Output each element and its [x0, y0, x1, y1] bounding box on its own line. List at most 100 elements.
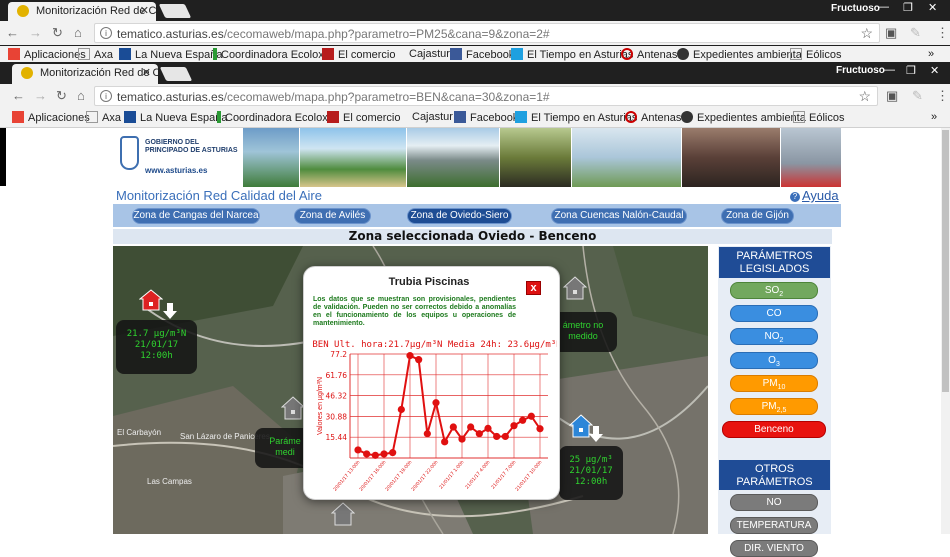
profile-name[interactable]: Fructuoso: [831, 3, 880, 14]
param-benceno-button[interactable]: Benceno: [722, 421, 826, 438]
bookmark-apps[interactable]: Aplicaciones: [12, 111, 90, 124]
param-pm10-button[interactable]: PM10: [730, 375, 818, 392]
pen-icon[interactable]: ✎: [912, 88, 923, 104]
param-no-button[interactable]: NO: [730, 494, 818, 511]
more-bookmarks-icon[interactable]: »: [928, 48, 934, 60]
close-icon[interactable]: ✕: [142, 66, 151, 79]
station-readout[interactable]: 21.7 µg/m³N 21/01/17 12:00h: [116, 320, 197, 374]
bookmark-antenas[interactable]: Antenas: [625, 111, 681, 124]
help-link[interactable]: ? Ayuda: [790, 188, 839, 203]
wind-turbines-photo: [572, 128, 681, 187]
restore-icon[interactable]: ❐: [903, 1, 913, 14]
bookmark-antenas[interactable]: Antenas: [621, 48, 677, 61]
scrollbar-thumb[interactable]: [942, 130, 949, 392]
param-o3-button[interactable]: O3: [730, 352, 818, 369]
extension-icon[interactable]: ▣: [885, 25, 897, 41]
logo-url[interactable]: www.asturias.es: [145, 166, 207, 175]
bookmark-expedientes[interactable]: Expedientes ambienta: [677, 48, 802, 61]
bookmark-coordinadora[interactable]: Coordinadora Ecoloxi: [213, 48, 326, 61]
popup-close-button[interactable]: x: [526, 281, 541, 295]
bookmark-comercio[interactable]: El comercio: [327, 111, 400, 124]
forward-arrow-icon[interactable]: →: [29, 25, 42, 40]
param-no2-button[interactable]: NO2: [730, 328, 818, 345]
param-pm25-button[interactable]: PM2,5: [730, 398, 818, 415]
zone-button-gijon[interactable]: Zona de Gijón: [721, 208, 794, 224]
bookmark-cajastur[interactable]: Cajastur: [412, 111, 453, 123]
bookmark-axa[interactable]: Axa: [86, 111, 121, 124]
page-scrollbar[interactable]: [941, 128, 950, 534]
home-icon[interactable]: ⌂: [77, 88, 85, 103]
bookmark-axa[interactable]: Axa: [78, 48, 113, 61]
station-house-gray-icon[interactable]: [331, 502, 355, 526]
info-icon[interactable]: i: [100, 27, 112, 39]
x-tick-label: 21/01/17 1:00h: [438, 459, 465, 490]
new-tab-button[interactable]: [159, 67, 193, 81]
forward-arrow-icon[interactable]: →: [34, 88, 47, 103]
new-tab-button[interactable]: [158, 4, 192, 18]
bookmark-eolicos[interactable]: Eólicos: [790, 48, 841, 61]
zone-button-aviles[interactable]: Zona de Avilés: [294, 208, 371, 224]
pen-icon[interactable]: ✎: [910, 25, 921, 41]
profile-name[interactable]: Fructuoso: [836, 65, 885, 76]
reload-icon[interactable]: ↻: [52, 25, 63, 41]
restore-icon[interactable]: ❐: [906, 64, 916, 77]
ec-icon: [322, 48, 334, 60]
zone-button-cangas[interactable]: Zona de Cangas del Narcea: [132, 208, 260, 224]
bookmark-facebook[interactable]: Facebook: [450, 48, 514, 61]
station-house-gray-icon[interactable]: [563, 276, 587, 300]
tab-favicon-icon: [17, 5, 29, 17]
bookmark-eolicos[interactable]: Eólicos: [793, 111, 844, 124]
bookmark-star-icon[interactable]: ☆: [860, 25, 873, 42]
decorative-strip: [0, 128, 6, 186]
bookmark-tiempo[interactable]: El Tiempo en Asturias: [511, 48, 633, 61]
data-point: [354, 446, 362, 454]
bookmark-lne[interactable]: La Nueva España: [119, 48, 222, 61]
minimize-icon[interactable]: —: [878, 1, 889, 13]
bookmark-facebook[interactable]: Facebook: [454, 111, 518, 124]
data-point: [475, 430, 483, 438]
back-tab[interactable]: Monitorización Red de C ✕: [8, 2, 156, 21]
data-point: [458, 435, 466, 443]
param-wind-direction-button[interactable]: DIR. VIENTO: [730, 540, 818, 557]
back-arrow-icon[interactable]: ←: [6, 25, 19, 40]
station-house-red-icon[interactable]: [139, 289, 163, 311]
param-so2-button[interactable]: SO2: [730, 282, 818, 299]
no-sign-icon: [625, 111, 637, 123]
home-icon[interactable]: ⌂: [74, 25, 82, 40]
station-readout[interactable]: 25 µg/m³ 21/01/17 12:00h: [559, 446, 623, 500]
close-window-icon[interactable]: ✕: [930, 64, 939, 77]
tab-favicon-icon: [21, 67, 33, 79]
more-bookmarks-icon[interactable]: »: [931, 111, 937, 123]
place-label: El Carbayón: [117, 428, 162, 437]
zone-button-nalon-caudal[interactable]: Zona Cuencas Nalón-Caudal: [551, 208, 687, 224]
bookmark-tiempo[interactable]: El Tiempo en Asturias: [515, 111, 637, 124]
coast-photo: [300, 128, 406, 187]
data-point: [449, 423, 457, 431]
back-address-bar[interactable]: i tematico.asturias.es/cecomaweb/mapa.ph…: [94, 23, 880, 43]
station-house-gray-icon[interactable]: [281, 396, 305, 420]
minimize-icon[interactable]: —: [884, 64, 895, 76]
bookmark-coordinadora[interactable]: Coordinadora Ecoloxi: [217, 111, 330, 124]
bookmark-comercio[interactable]: El comercio: [322, 48, 395, 61]
menu-icon[interactable]: ⋮: [936, 25, 949, 41]
legislated-header: PARÁMETROS LEGISLADOS: [719, 247, 830, 278]
back-arrow-icon[interactable]: ←: [12, 88, 25, 103]
info-icon[interactable]: i: [100, 90, 112, 102]
bookmark-apps[interactable]: Aplicaciones: [8, 48, 86, 61]
x-tick-label: 21/01/17 7:00h: [490, 459, 517, 490]
bookmark-lne[interactable]: La Nueva España: [124, 111, 227, 124]
param-co-button[interactable]: CO: [730, 305, 818, 322]
asturias-shield-icon: [120, 136, 139, 170]
zone-button-oviedo[interactable]: Zona de Oviedo-Siero: [407, 208, 512, 224]
close-icon[interactable]: ✕: [140, 4, 149, 17]
active-tab[interactable]: Monitorización Red de C ✕: [12, 64, 158, 84]
bookmark-star-icon[interactable]: ☆: [858, 88, 871, 105]
address-bar[interactable]: i tematico.asturias.es/cecomaweb/mapa.ph…: [94, 86, 878, 106]
bookmark-cajastur[interactable]: Cajastur: [409, 48, 450, 60]
bookmark-expedientes[interactable]: Expedientes ambienta: [681, 111, 806, 124]
param-temperature-button[interactable]: TEMPERATURA: [730, 517, 818, 534]
close-window-icon[interactable]: ✕: [928, 1, 937, 14]
reload-icon[interactable]: ↻: [56, 88, 67, 104]
extension-icon[interactable]: ▣: [886, 88, 898, 104]
menu-icon[interactable]: ⋮: [936, 88, 949, 104]
